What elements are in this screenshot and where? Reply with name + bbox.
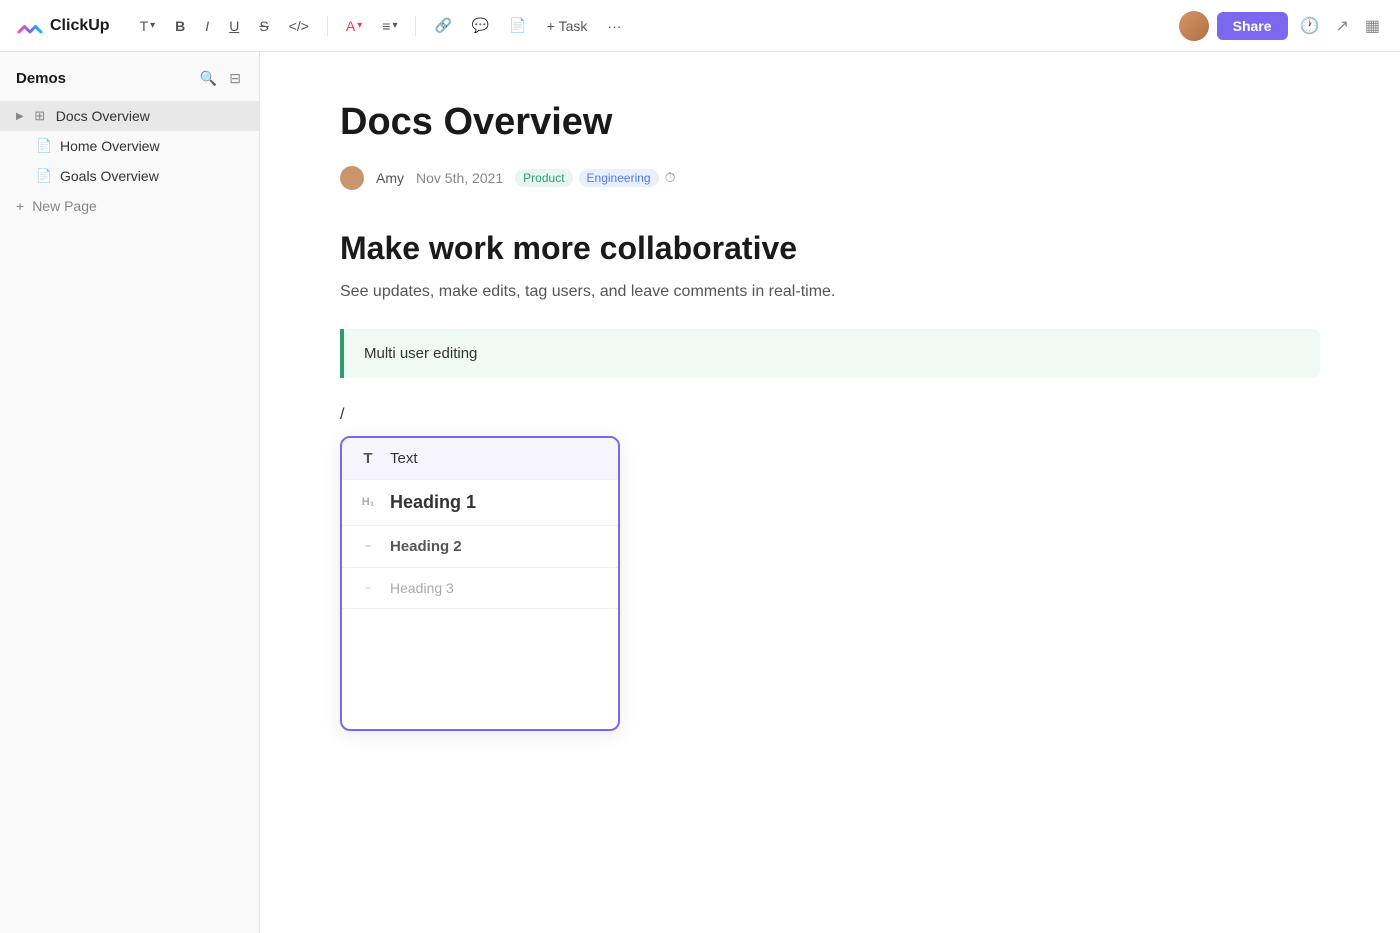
app-logo: ClickUp: [16, 12, 110, 40]
main-layout: Demos 🔍 ⊟ ▶ ⊞ Docs Overview 📄 Home Overv…: [0, 52, 1400, 933]
code-button[interactable]: </>: [283, 14, 315, 38]
command-h3-label: Heading 3: [390, 580, 454, 596]
sidebar-item-doc-icon-1: 📄: [36, 138, 52, 154]
align-button[interactable]: ≡ ▾: [376, 14, 403, 38]
sidebar-item-docs-overview[interactable]: ▶ ⊞ Docs Overview: [0, 101, 259, 131]
export-button[interactable]: ↗: [1331, 12, 1352, 40]
clickup-logo-icon: [16, 12, 44, 40]
command-item-heading3[interactable]: – Heading 3: [342, 568, 618, 609]
sidebar-item-label-docs-overview: Docs Overview: [56, 108, 150, 124]
slash-command-line: /: [340, 406, 1320, 424]
sidebar-header: Demos 🔍 ⊟: [0, 64, 259, 101]
command-h2-label: Heading 2: [390, 538, 462, 555]
document-content: Docs Overview Amy Nov 5th, 2021 Product …: [260, 52, 1400, 933]
more-button[interactable]: ···: [601, 14, 627, 38]
tag-settings-icon[interactable]: ⏱: [665, 169, 676, 187]
toolbar-right: Share 🕐 ↗ ▦: [1179, 11, 1384, 41]
text-format-button[interactable]: T ▾: [134, 14, 162, 38]
command-text-label: Text: [390, 450, 418, 467]
command-item-heading2[interactable]: – Heading 2: [342, 526, 618, 568]
sidebar-item-label-goals-overview: Goals Overview: [60, 168, 159, 184]
command-dropdown: T Text H₁ Heading 1 – Heading 2 – Headin…: [340, 436, 620, 731]
user-avatar[interactable]: [1179, 11, 1209, 41]
author-avatar: [340, 166, 364, 190]
doc-button[interactable]: 📄: [503, 13, 532, 38]
sidebar-item-grid-icon: ⊞: [32, 108, 48, 124]
color-button[interactable]: A ▾: [340, 14, 368, 38]
sidebar-item-label-home-overview: Home Overview: [60, 138, 160, 154]
sidebar-item-goals-overview[interactable]: 📄 Goals Overview: [0, 161, 259, 191]
command-h1-label: Heading 1: [390, 492, 476, 513]
command-dropdown-empty: [342, 609, 618, 729]
sidebar-item-home-overview[interactable]: 📄 Home Overview: [0, 131, 259, 161]
toolbar-divider-2: [415, 16, 416, 36]
underline-button[interactable]: U: [223, 14, 245, 38]
command-item-heading1[interactable]: H₁ Heading 1: [342, 480, 618, 526]
sidebar-workspace-name: Demos: [16, 70, 66, 87]
sidebar-new-page-label: New Page: [32, 198, 97, 214]
layout-button[interactable]: ▦: [1361, 12, 1384, 40]
blockquote: Multi user editing: [340, 329, 1320, 378]
command-h1-icon: H₁: [358, 496, 378, 508]
history-button[interactable]: 🕐: [1296, 12, 1324, 40]
sidebar-toggle-button[interactable]: ⊟: [227, 68, 243, 89]
sidebar-item-doc-icon-2: 📄: [36, 168, 52, 184]
command-item-text[interactable]: T Text: [342, 438, 618, 480]
command-text-icon: T: [358, 450, 378, 467]
comment-button[interactable]: 💬: [466, 13, 495, 38]
tag-product[interactable]: Product: [515, 169, 572, 187]
command-h3-icon: –: [358, 582, 378, 594]
app-logo-text: ClickUp: [50, 17, 110, 35]
blockquote-text: Multi user editing: [364, 345, 477, 362]
task-button[interactable]: + Task: [541, 14, 594, 38]
sidebar-search-button[interactable]: 🔍: [198, 68, 219, 89]
sidebar-new-page[interactable]: + New Page: [0, 191, 259, 221]
document-meta: Amy Nov 5th, 2021 Product Engineering ⏱: [340, 166, 1320, 190]
author-name: Amy: [376, 170, 404, 186]
document-heading: Make work more collaborative: [340, 230, 1320, 267]
command-h2-icon: –: [358, 540, 378, 552]
document-date: Nov 5th, 2021: [416, 170, 503, 186]
toolbar-divider: [327, 16, 328, 36]
tag-engineering[interactable]: Engineering: [579, 169, 659, 187]
sidebar-item-arrow: ▶: [16, 111, 24, 122]
document-subtitle: See updates, make edits, tag users, and …: [340, 283, 1320, 301]
share-button[interactable]: Share: [1217, 12, 1288, 40]
link-button[interactable]: 🔗: [428, 13, 457, 38]
sidebar-header-icons: 🔍 ⊟: [198, 68, 243, 89]
bold-button[interactable]: B: [169, 14, 191, 38]
document-tags: Product Engineering ⏱: [515, 169, 675, 187]
toolbar: ClickUp T ▾ B I U S </> A ▾ ≡ ▾ 🔗 💬 📄 + …: [0, 0, 1400, 52]
sidebar-new-page-plus-icon: +: [16, 198, 24, 214]
strikethrough-button[interactable]: S: [253, 14, 274, 38]
document-title: Docs Overview: [340, 100, 1320, 146]
sidebar: Demos 🔍 ⊟ ▶ ⊞ Docs Overview 📄 Home Overv…: [0, 52, 260, 933]
italic-button[interactable]: I: [199, 14, 215, 38]
